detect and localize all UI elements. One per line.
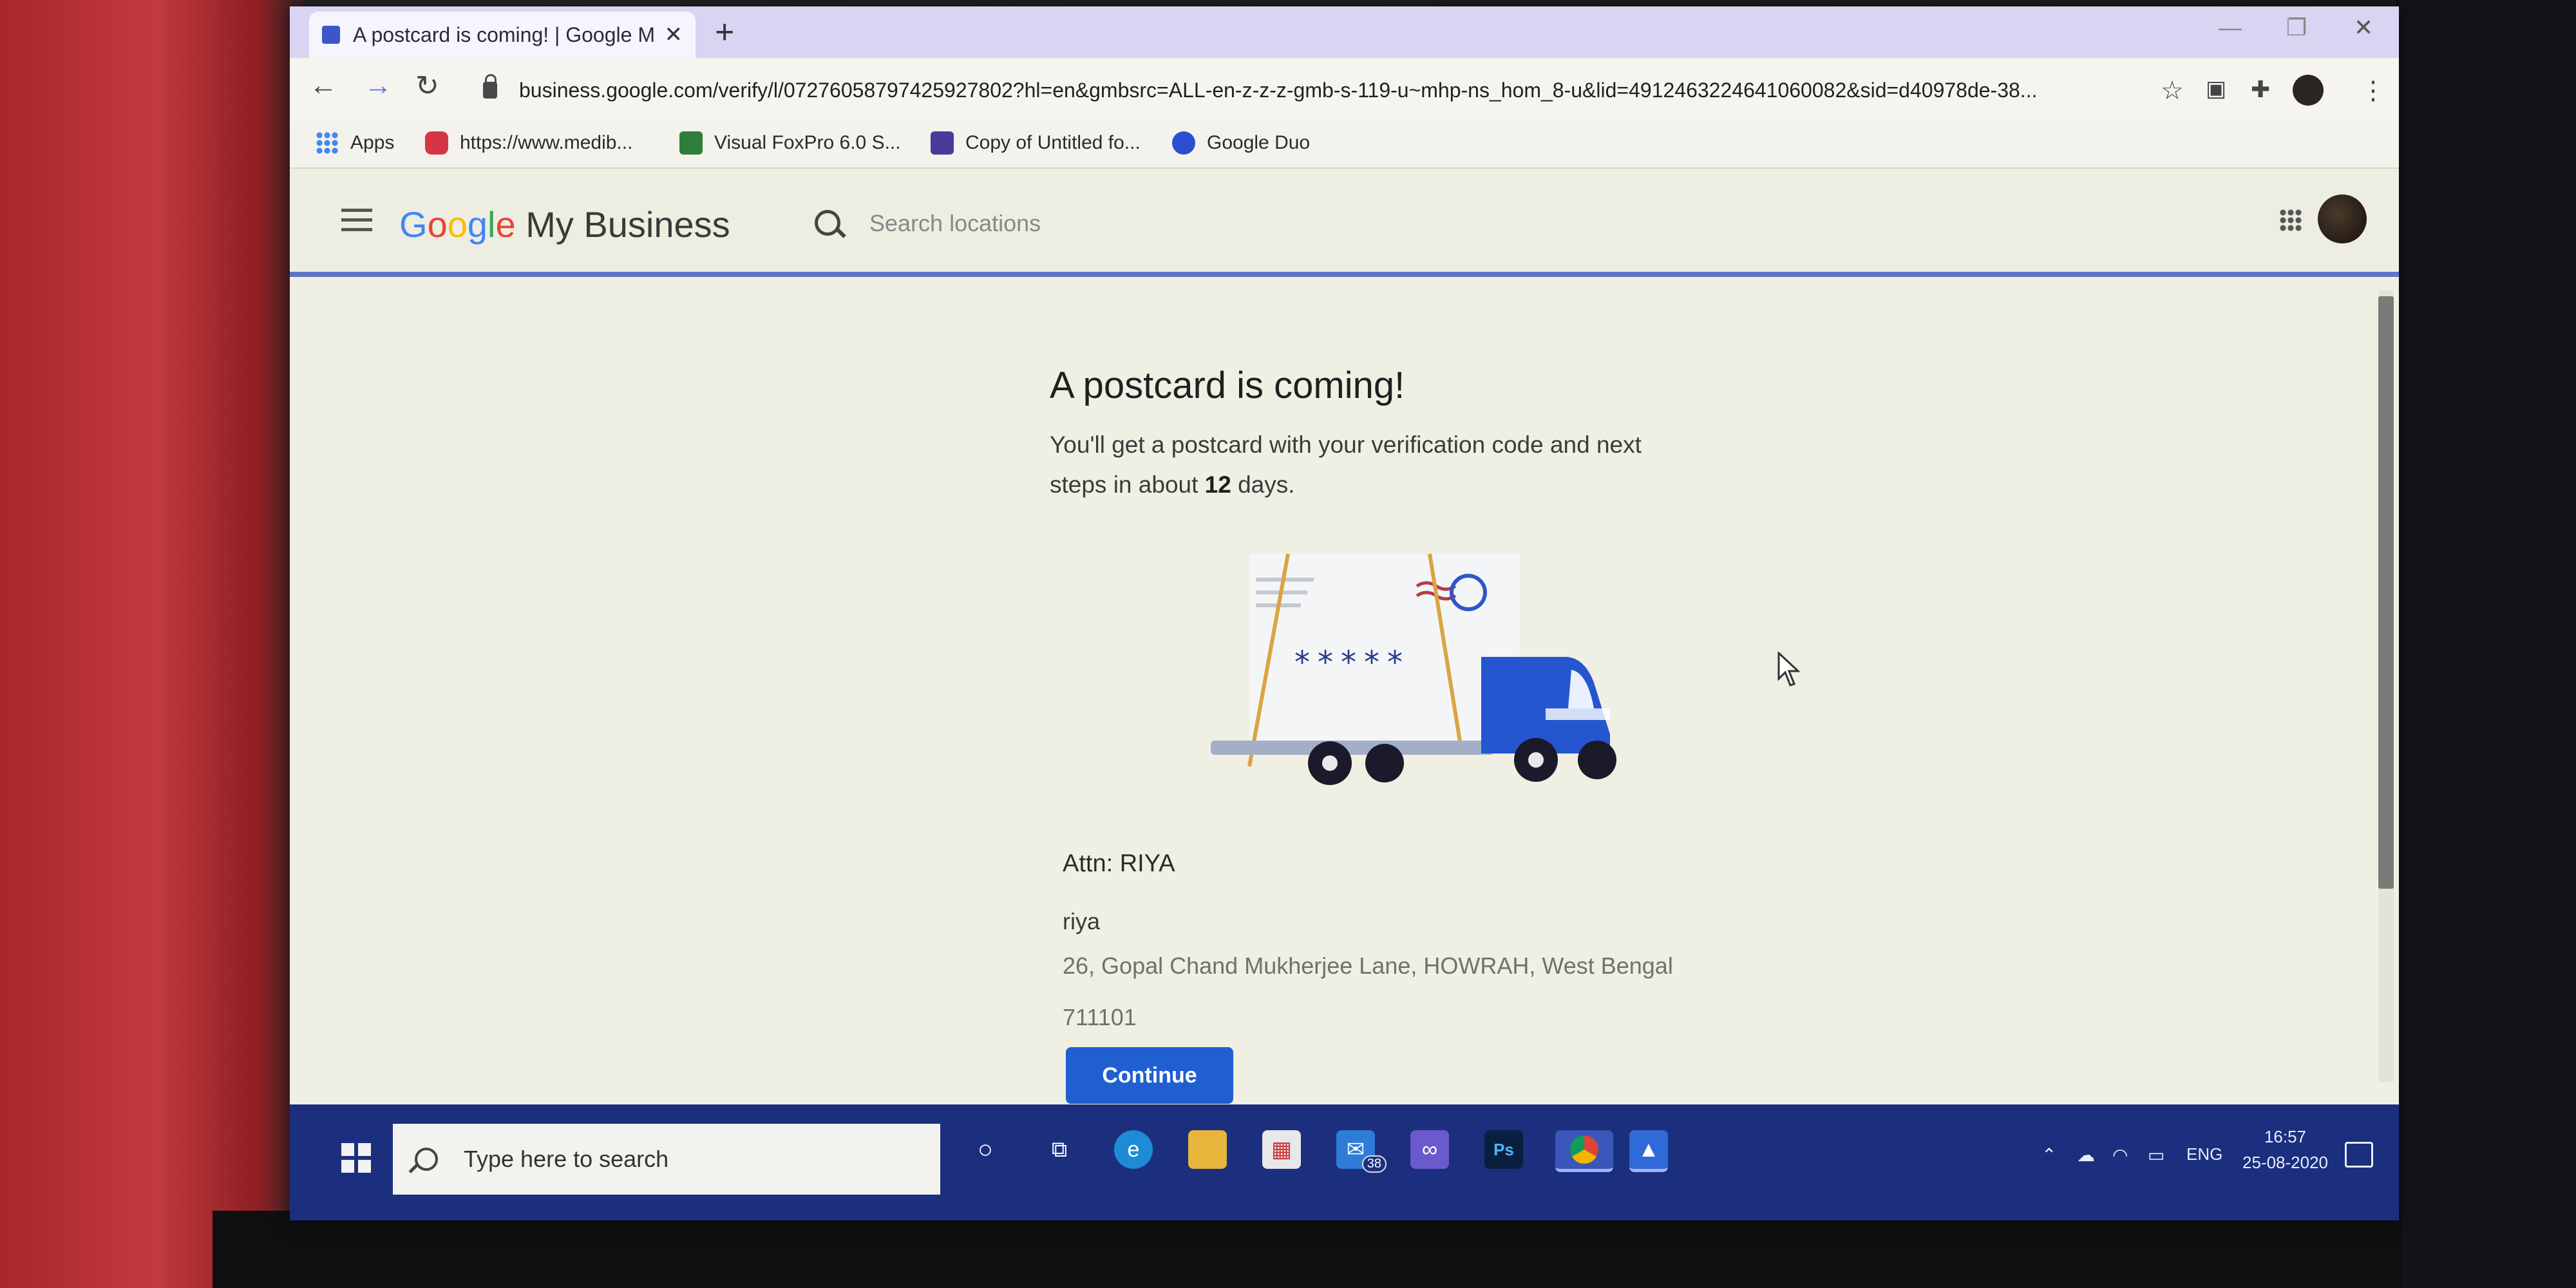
close-window-icon[interactable]: ✕ [2354, 14, 2373, 41]
postcard-description: You'll get a postcard with your verifica… [1050, 425, 1694, 505]
windows-start-icon[interactable] [341, 1143, 371, 1173]
show-hidden-icons-icon[interactable]: ⌃ [2041, 1144, 2056, 1166]
mailing-address: 26, Gopal Chand Mukherjee Lane, HOWRAH, … [1063, 952, 1673, 1030]
taskbar-search-placeholder: Type here to search [464, 1146, 669, 1172]
battery-icon[interactable]: ▭ [2148, 1144, 2164, 1166]
mail-badge: 38 [1361, 1155, 1387, 1173]
google-apps-icon[interactable] [2279, 209, 2302, 232]
scrollbar-thumb[interactable] [2378, 296, 2394, 889]
apps-grid-icon [316, 131, 339, 155]
bookmark-label: Apps [350, 132, 395, 153]
onedrive-cloud-icon[interactable]: ☁ [2077, 1144, 2095, 1166]
gmb-favicon-icon [322, 26, 340, 44]
pocket-icon [425, 131, 448, 155]
url-text: business.google.com/verify/l/07276058797… [519, 78, 2038, 102]
forms-icon [931, 131, 954, 155]
cortana-icon[interactable]: ○ [966, 1130, 1005, 1169]
search-icon[interactable] [815, 210, 840, 236]
profile-avatar-icon[interactable] [2293, 75, 2324, 106]
search-locations-input[interactable]: Search locations [869, 210, 1041, 237]
reload-icon[interactable]: ↻ [415, 70, 439, 102]
clock-date: 25-08-2020 [2242, 1153, 2328, 1172]
days-count: 12 [1204, 471, 1231, 498]
attention-line: Attn: RIYA [1063, 850, 1175, 877]
system-clock[interactable]: 16:57 25-08-2020 [2242, 1124, 2328, 1175]
bookmark-apps[interactable]: Apps [316, 131, 394, 155]
bookmark-label: https://www.medib... [460, 132, 633, 153]
edge-browser-icon[interactable]: e [1114, 1130, 1153, 1169]
code-mask-text: ***** [1294, 645, 1410, 681]
bookmark-label: Google Duo [1207, 132, 1311, 153]
microsoft-store-icon[interactable]: ▦ [1262, 1130, 1301, 1169]
bookmark-visual-foxpro[interactable]: Visual FoxPro 6.0 S... [679, 131, 901, 155]
bookmark-google-duo[interactable]: Google Duo [1172, 131, 1310, 155]
windows-taskbar: Type here to search ○ ⧉ e ▦ ✉ 38 ∞ Ps ▲ ⌃… [290, 1104, 2399, 1220]
taskbar-search-box[interactable]: Type here to search [393, 1124, 940, 1195]
chrome-icon[interactable] [1555, 1130, 1613, 1172]
bookmark-medib[interactable]: https://www.medib... [425, 131, 632, 155]
back-arrow-icon[interactable]: ← [309, 70, 337, 102]
bookmarks-bar: Apps https://www.medib... Visual FoxPro … [290, 122, 2399, 169]
gmb-header: Google My Business Search locations [290, 169, 2399, 277]
page-title: A postcard is coming! [1050, 365, 1405, 406]
new-tab-icon[interactable]: + [715, 15, 734, 49]
action-center-icon[interactable] [2345, 1142, 2373, 1168]
duo-icon [1172, 131, 1195, 155]
extensions-puzzle-icon[interactable]: ✚ [2251, 76, 2270, 103]
mouse-cursor-icon [1777, 652, 1801, 687]
lock-icon [483, 74, 497, 99]
description-text-end: days. [1231, 471, 1295, 498]
download-bookmark-icon [679, 131, 703, 155]
forward-arrow-icon[interactable]: → [364, 70, 392, 102]
restore-icon[interactable]: ❐ [2286, 14, 2307, 41]
tab-title: A postcard is coming! | Google M [353, 23, 655, 46]
google-my-business-logo[interactable]: Google My Business [399, 204, 730, 245]
account-avatar[interactable] [2318, 194, 2367, 243]
postcard-truck-illustration: ***** [1211, 553, 1616, 785]
recipient-name: riya [1063, 908, 1101, 934]
photoshop-icon[interactable]: Ps [1484, 1130, 1523, 1169]
address-bar[interactable]: business.google.com/verify/l/07276058797… [483, 70, 2222, 111]
browser-menu-icon[interactable]: ⋮ [2360, 76, 2386, 106]
visual-studio-icon[interactable]: ∞ [1410, 1130, 1449, 1169]
mail-icon[interactable]: ✉ 38 [1336, 1130, 1387, 1173]
language-indicator[interactable]: ENG [2186, 1144, 2222, 1164]
description-text: You'll get a postcard with your verifica… [1050, 431, 1642, 498]
tab-strip: A postcard is coming! | Google M ✕ + — ❐… [290, 6, 2399, 58]
verification-page: A postcard is coming! You'll get a postc… [290, 277, 2399, 1108]
monitor-bezel-right [2396, 0, 2576, 1288]
bookmark-label: Copy of Untitled fo... [965, 132, 1141, 153]
file-explorer-icon[interactable] [1188, 1130, 1227, 1169]
task-view-icon[interactable]: ⧉ [1040, 1130, 1079, 1169]
monitor-bezel-bottom [213, 1211, 2402, 1288]
menu-hamburger-icon[interactable] [341, 209, 372, 238]
clock-time: 16:57 [2264, 1127, 2307, 1146]
pocket-extension-icon[interactable]: ▣ [2206, 76, 2226, 102]
wifi-icon[interactable]: ◠ [2112, 1144, 2128, 1166]
bookmark-label: Visual FoxPro 6.0 S... [714, 132, 901, 153]
browser-toolbar: ← → ↻ business.google.com/verify/l/07276… [290, 58, 2399, 122]
taskbar-search-icon [415, 1148, 438, 1171]
continue-button[interactable]: Continue [1066, 1047, 1233, 1104]
close-tab-icon[interactable]: ✕ [665, 22, 683, 48]
browser-tab-active[interactable]: A postcard is coming! | Google M ✕ [309, 12, 696, 58]
bookmark-star-icon[interactable]: ☆ [2161, 76, 2184, 106]
photos-icon[interactable]: ▲ [1629, 1130, 1668, 1172]
screen: A postcard is coming! | Google M ✕ + — ❐… [290, 6, 2399, 1220]
bookmark-untitled-form[interactable]: Copy of Untitled fo... [931, 131, 1141, 155]
minimize-icon[interactable]: — [2219, 14, 2242, 41]
